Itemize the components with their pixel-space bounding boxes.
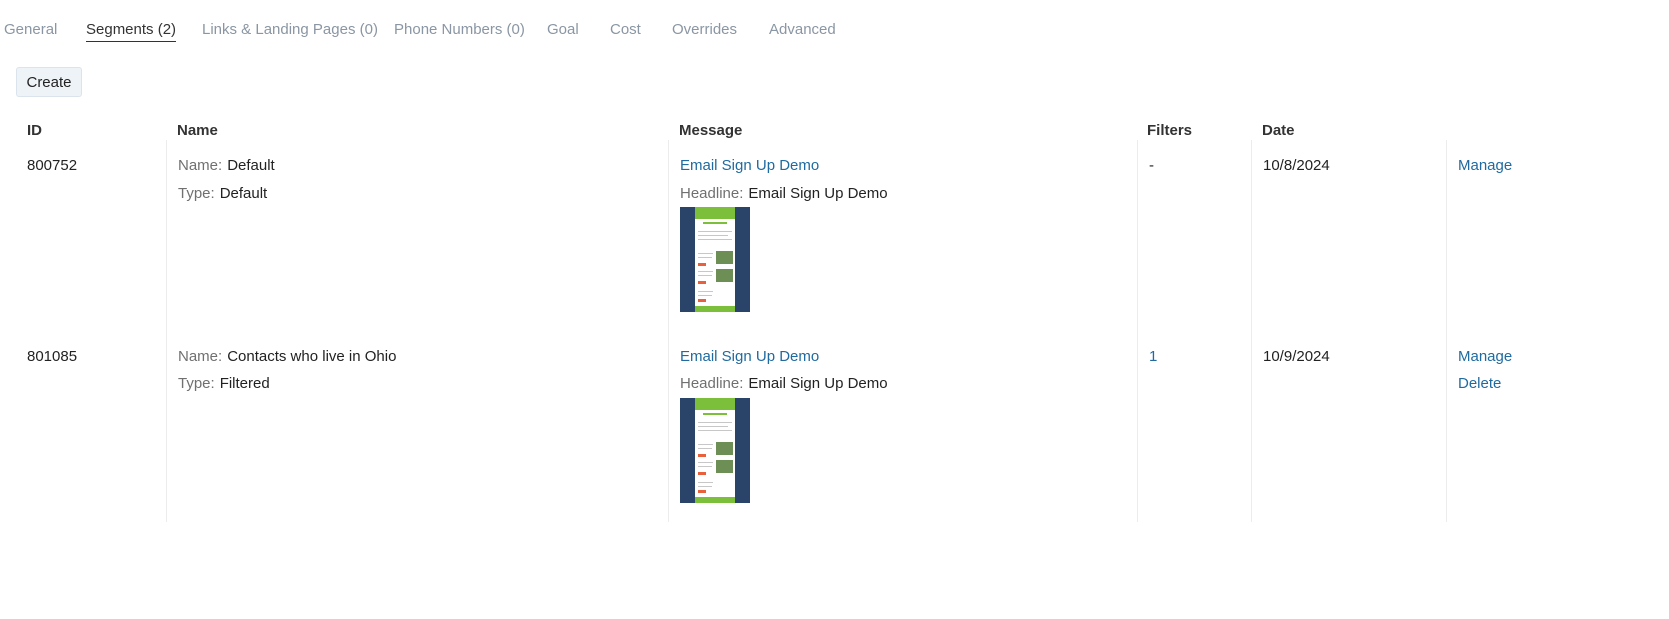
headline-value: Email Sign Up Demo (748, 185, 888, 202)
column-divider (1137, 140, 1138, 522)
message-link[interactable]: Email Sign Up Demo (680, 157, 819, 175)
column-header-filters: Filters (1147, 122, 1193, 139)
message-link[interactable]: Email Sign Up Demo (680, 348, 819, 366)
tab-advanced[interactable]: Advanced (769, 20, 836, 40)
type-value: Default (219, 185, 268, 202)
column-header-message: Message (679, 122, 743, 139)
headline-value: Email Sign Up Demo (748, 375, 888, 392)
column-divider (1446, 140, 1447, 522)
segment-date: 10/9/2024 (1263, 348, 1330, 365)
tab-links-landing-pages[interactable]: Links & Landing Pages (0) (202, 20, 378, 40)
tab-phone-numbers[interactable]: Phone Numbers (0) (394, 20, 525, 40)
tab-goal[interactable]: Goal (547, 20, 579, 40)
column-divider (1251, 140, 1252, 522)
email-thumbnail[interactable] (680, 207, 750, 312)
tab-segments[interactable]: Segments (2) (86, 20, 177, 42)
segment-name: Name: Contacts who live in Ohio (178, 348, 396, 366)
segment-id: 800752 (27, 157, 78, 174)
segment-id: 801085 (27, 348, 78, 365)
name-label: Name: (178, 348, 223, 365)
email-thumbnail[interactable] (680, 398, 750, 503)
tab-overrides[interactable]: Overrides (672, 20, 737, 40)
segment-name: Name: Default (178, 157, 275, 175)
column-header-id: ID (27, 122, 42, 139)
message-headline: Headline: Email Sign Up Demo (680, 375, 888, 393)
filters-count-link[interactable]: 1 (1149, 348, 1157, 366)
segment-type: Type: Default (178, 185, 267, 203)
column-header-date: Date (1262, 122, 1295, 139)
manage-link[interactable]: Manage (1458, 348, 1512, 366)
column-header-name: Name (177, 122, 218, 139)
column-divider (668, 140, 669, 522)
message-headline: Headline: Email Sign Up Demo (680, 185, 888, 203)
tab-cost[interactable]: Cost (610, 20, 641, 40)
type-label: Type: (178, 185, 215, 202)
delete-link[interactable]: Delete (1458, 375, 1501, 393)
column-divider (166, 140, 167, 522)
tab-general[interactable]: General (4, 20, 57, 40)
name-value: Contacts who live in Ohio (227, 348, 397, 365)
name-value: Default (227, 157, 275, 174)
headline-label: Headline: (680, 185, 744, 202)
segment-type: Type: Filtered (178, 375, 270, 393)
name-label: Name: (178, 157, 223, 174)
create-button[interactable]: Create (16, 67, 82, 97)
headline-label: Headline: (680, 375, 744, 392)
type-value: Filtered (219, 375, 270, 392)
manage-link[interactable]: Manage (1458, 157, 1512, 175)
type-label: Type: (178, 375, 215, 392)
filters-count: - (1149, 157, 1154, 174)
segment-date: 10/8/2024 (1263, 157, 1330, 174)
